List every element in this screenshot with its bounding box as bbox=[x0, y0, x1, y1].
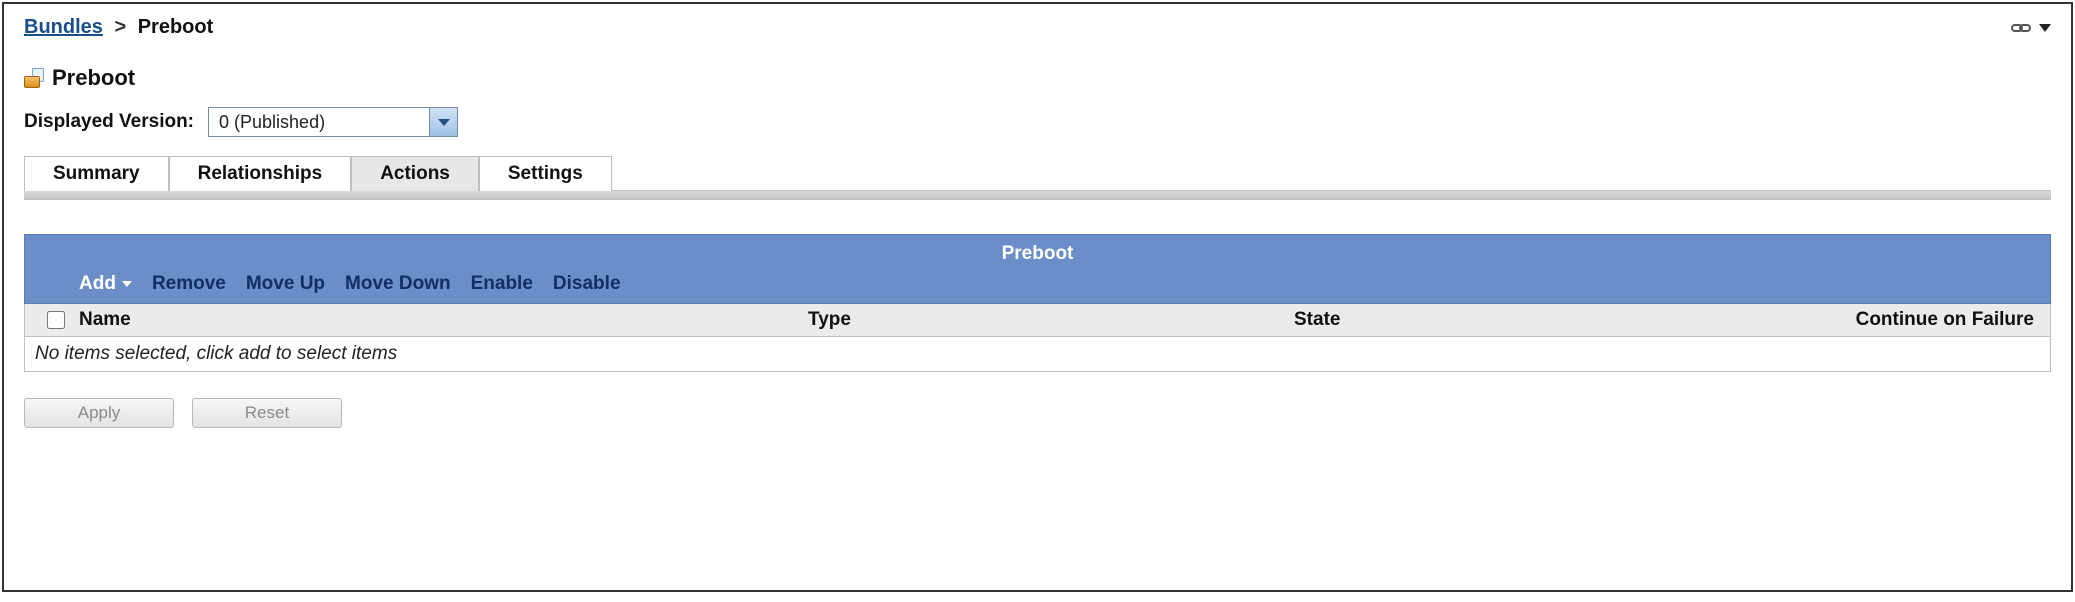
remove-button[interactable]: Remove bbox=[152, 273, 226, 295]
title-row: Preboot bbox=[24, 65, 2051, 91]
actions-panel: Preboot Add Remove Move Up Move Down Ena… bbox=[24, 234, 2051, 304]
breadcrumb-current: Preboot bbox=[138, 16, 214, 38]
tabs: Summary Relationships Actions Settings bbox=[24, 155, 2051, 190]
apply-button[interactable]: Apply bbox=[24, 398, 174, 428]
chevron-down-icon bbox=[438, 119, 450, 126]
movedown-button[interactable]: Move Down bbox=[345, 273, 451, 295]
breadcrumb-separator: > bbox=[108, 16, 132, 38]
tab-underbar bbox=[24, 190, 2051, 200]
moveup-button[interactable]: Move Up bbox=[246, 273, 325, 295]
select-dropdown-button[interactable] bbox=[429, 108, 457, 136]
top-icons bbox=[2011, 24, 2051, 32]
select-all-cell bbox=[35, 308, 75, 332]
breadcrumb-root-link[interactable]: Bundles bbox=[24, 16, 103, 38]
panel-gap bbox=[24, 200, 2051, 234]
page-title: Preboot bbox=[52, 65, 135, 91]
displayed-version-select[interactable]: 0 (Published) bbox=[208, 107, 458, 137]
disable-button[interactable]: Disable bbox=[553, 273, 621, 295]
link-icon[interactable] bbox=[2011, 24, 2031, 32]
chevron-down-icon bbox=[122, 281, 132, 287]
enable-button[interactable]: Enable bbox=[471, 273, 533, 295]
panel-toolbar: Add Remove Move Up Move Down Enable Disa… bbox=[25, 269, 2050, 303]
breadcrumb: Bundles > Preboot bbox=[24, 16, 213, 39]
version-row: Displayed Version: 0 (Published) bbox=[24, 107, 2051, 137]
dropdown-caret-icon[interactable] bbox=[2039, 24, 2051, 32]
tab-relationships[interactable]: Relationships bbox=[169, 156, 352, 191]
tab-actions[interactable]: Actions bbox=[351, 156, 479, 191]
column-header-name[interactable]: Name bbox=[75, 309, 808, 331]
tab-summary[interactable]: Summary bbox=[24, 156, 169, 191]
add-button[interactable]: Add bbox=[79, 273, 132, 295]
panel-title: Preboot bbox=[25, 235, 2050, 269]
table-header-row: Name Type State Continue on Failure bbox=[24, 304, 2051, 337]
breadcrumb-row: Bundles > Preboot bbox=[24, 16, 2051, 39]
displayed-version-value: 0 (Published) bbox=[209, 112, 429, 133]
table-empty-row: No items selected, click add to select i… bbox=[24, 337, 2051, 372]
add-label: Add bbox=[79, 273, 116, 295]
column-header-continue-on-failure[interactable]: Continue on Failure bbox=[1780, 309, 2040, 331]
column-header-type[interactable]: Type bbox=[808, 309, 1294, 331]
tab-settings[interactable]: Settings bbox=[479, 156, 612, 191]
select-all-checkbox[interactable] bbox=[47, 311, 65, 329]
page-frame: Bundles > Preboot Preboot Displayed Vers… bbox=[2, 2, 2073, 592]
button-row: Apply Reset bbox=[24, 398, 2051, 428]
bundle-icon bbox=[24, 68, 44, 88]
reset-button[interactable]: Reset bbox=[192, 398, 342, 428]
displayed-version-label: Displayed Version: bbox=[24, 111, 194, 133]
column-header-state[interactable]: State bbox=[1294, 309, 1780, 331]
